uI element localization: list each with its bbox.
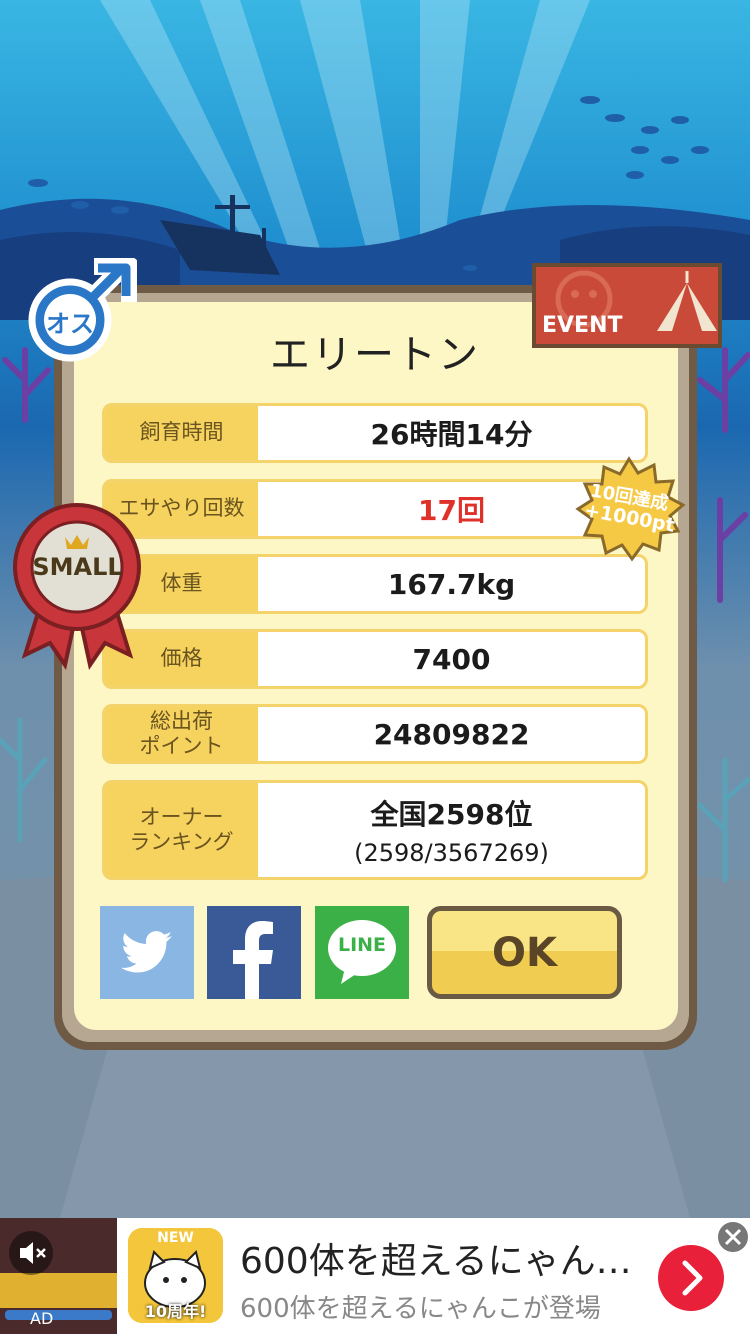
ribbon-icon <box>13 503 141 670</box>
stat-value: 全国2598位 (2598/3567269) <box>258 783 645 877</box>
close-icon <box>716 1220 750 1254</box>
stat-label: 飼育時間 <box>105 406 258 460</box>
event-badge: EVENT <box>532 263 722 348</box>
line-label: LINE <box>337 934 387 956</box>
twitter-bird-icon <box>121 931 172 973</box>
stat-label: オーナー ランキング <box>105 783 258 877</box>
stat-row-weight: 体重 167.7kg <box>102 554 648 614</box>
ad-app-icon[interactable]: NEW 10周年! <box>128 1228 223 1323</box>
gender-label: オス <box>46 310 94 338</box>
event-label: EVENT <box>542 313 623 338</box>
stat-row-ranking: オーナー ランキング 全国2598位 (2598/3567269) <box>102 780 648 880</box>
bonus-badge: 10回達成 +1000pt <box>572 455 687 563</box>
stat-row-time: 飼育時間 26時間14分 <box>102 403 648 463</box>
twitter-share-button[interactable] <box>100 906 194 999</box>
size-ribbon-badge: SMALL <box>10 495 145 670</box>
ok-button[interactable]: OK <box>427 906 622 999</box>
ad-icon-badge: 10周年! <box>144 1302 207 1321</box>
stat-row-feed-count: エサやり回数 17回 <box>102 479 648 539</box>
ad-banner[interactable]: AD NEW 10周年! 600体を超えるにゃん… 600体を超えるにゃんこが登… <box>0 1218 750 1334</box>
ad-icon-top: NEW <box>157 1230 194 1246</box>
line-share-button[interactable]: LINE <box>315 906 409 999</box>
ranking-value: 全国2598位 <box>370 798 533 831</box>
stat-value: 26時間14分 <box>370 418 533 451</box>
stat-value: 7400 <box>412 642 491 676</box>
stat-label: 総出荷 ポイント <box>105 707 258 761</box>
ad-label: AD <box>30 1309 54 1328</box>
mute-icon[interactable] <box>6 1228 56 1278</box>
ad-video-thumbnail[interactable]: AD <box>0 1218 117 1334</box>
male-gender-badge: オス <box>22 257 139 368</box>
stat-value: 24809822 <box>373 717 530 751</box>
facebook-share-button[interactable] <box>207 906 301 999</box>
stat-value: 167.7kg <box>387 567 516 601</box>
stat-row-price: 価格 7400 <box>102 629 648 689</box>
size-label: SMALL <box>32 553 123 581</box>
ranking-detail: (2598/3567269) <box>354 839 549 867</box>
ad-title[interactable]: 600体を超えるにゃん… <box>240 1232 650 1284</box>
stat-row-points: 総出荷 ポイント 24809822 <box>102 704 648 764</box>
facebook-f-icon <box>233 921 273 999</box>
ad-subtitle: 600体を超えるにゃんこが登場 <box>240 1294 601 1324</box>
ad-close-button[interactable] <box>715 1219 750 1255</box>
